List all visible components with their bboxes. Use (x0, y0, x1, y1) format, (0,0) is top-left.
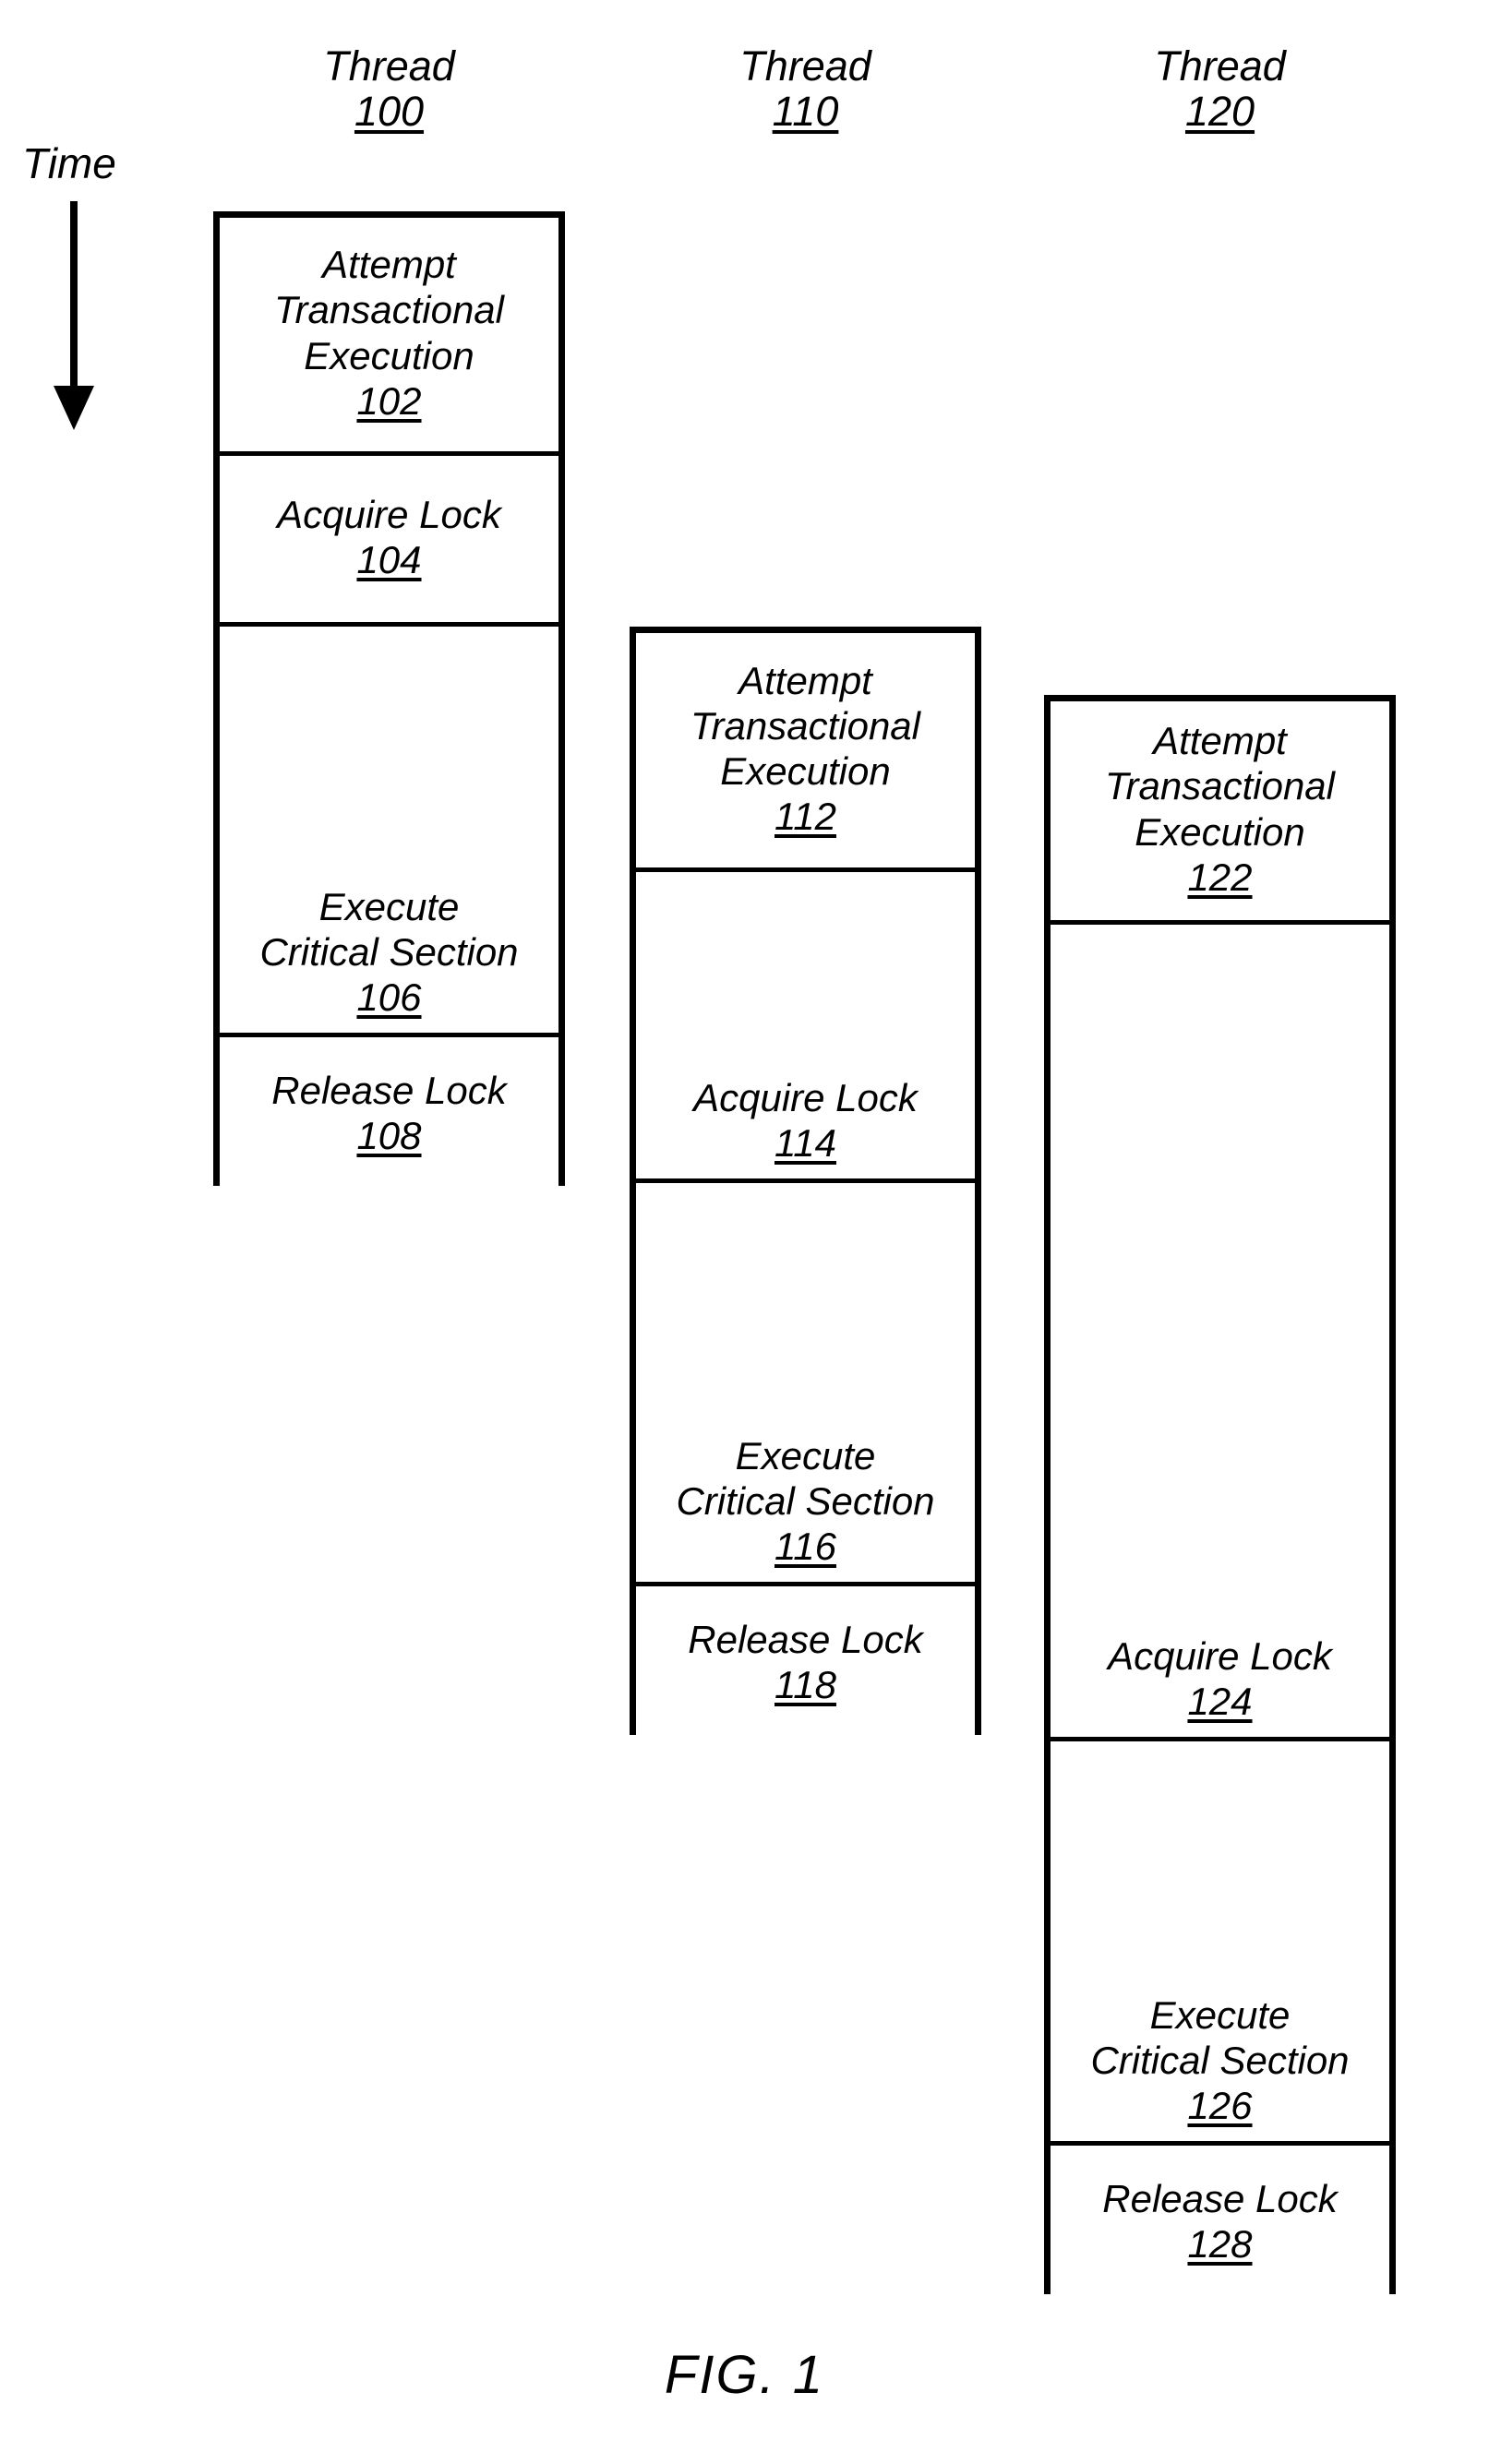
phase-reference-number: 102 (356, 378, 422, 423)
phase-label-114: Acquire Lock 114 (688, 1066, 923, 1178)
phase-text-line: Acquire Lock (1108, 1633, 1332, 1678)
phase-label-118: Release Lock 118 (682, 1608, 928, 1720)
phase-text-line: Release Lock (1102, 2176, 1338, 2220)
phase-text-line: Acquire Lock (277, 492, 501, 536)
phase-label-122: Attempt Transactional Execution 122 (1099, 709, 1340, 913)
phase-reference-number: 108 (356, 1114, 422, 1157)
phase-label-102: Attempt Transactional Execution 102 (269, 233, 510, 437)
phase-box-126: Execute Critical Section 126 (1051, 1741, 1389, 2146)
phase-text-line: Critical Section (1090, 2038, 1350, 2082)
phase-text-line: Critical Section (676, 1478, 935, 1523)
thread-heading-100: Thread 100 (213, 42, 565, 135)
phase-label-106: Execute Critical Section 106 (254, 875, 523, 1033)
phase-reference-number: 104 (356, 538, 422, 581)
thread-heading-word: Thread (1154, 42, 1286, 90)
phase-label-116: Execute Critical Section 116 (670, 1424, 940, 1582)
phase-reference-number: 126 (1187, 2083, 1253, 2127)
phase-reference-number: 124 (1187, 1679, 1253, 1723)
phase-label-104: Acquire Lock 104 (271, 483, 507, 595)
phase-text-line: Execution (1135, 809, 1305, 854)
phase-box-108: Release Lock 108 (220, 1037, 558, 1192)
phase-label-108: Release Lock 108 (266, 1059, 511, 1171)
thread-heading-number: 120 (1184, 87, 1255, 135)
phase-text-line: Transactional (690, 703, 920, 748)
phase-reference-number: 128 (1187, 2222, 1253, 2266)
thread-heading-number: 100 (354, 87, 425, 135)
phase-reference-number: 106 (356, 975, 422, 1019)
time-axis-label: Time (22, 139, 116, 187)
thread-heading-number: 110 (772, 87, 839, 135)
phase-box-118: Release Lock 118 (636, 1586, 975, 1741)
phase-box-124: Acquire Lock 124 (1051, 925, 1389, 1741)
thread-heading-word: Thread (323, 42, 455, 90)
phase-text-line: Execute (735, 1433, 876, 1477)
patent-figure: Time Thread 100 Thread 110 Thread 120 At… (0, 0, 1489, 2464)
phase-text-line: Execution (720, 749, 891, 793)
figure-caption: FIG. 1 (664, 2345, 825, 2405)
phase-box-112: Attempt Transactional Execution 112 (636, 633, 975, 872)
phase-box-114: Acquire Lock 114 (636, 872, 975, 1183)
thread-column-100: Attempt Transactional Execution 102 Acquire … (213, 211, 565, 1192)
thread-heading-word: Thread (739, 42, 871, 90)
phase-reference-number: 122 (1187, 855, 1253, 899)
phase-text-line: Execution (304, 333, 474, 377)
phase-label-124: Acquire Lock 124 (1102, 1624, 1338, 1737)
phase-text-line: Transactional (1104, 764, 1335, 808)
phase-box-102: Attempt Transactional Execution 102 (220, 218, 558, 456)
thread-column-110: Attempt Transactional Execution 112 Acquire … (630, 627, 981, 1741)
down-arrow-icon (54, 386, 94, 430)
phase-box-116: Execute Critical Section 116 (636, 1183, 975, 1586)
phase-text-line: Release Lock (271, 1068, 507, 1112)
phase-reference-number: 116 (775, 1524, 836, 1568)
phase-text-line: Transactional (273, 288, 504, 332)
phase-box-104: Acquire Lock 104 (220, 456, 558, 627)
phase-box-128: Release Lock 128 (1051, 2146, 1389, 2301)
phase-label-126: Execute Critical Section 126 (1085, 1983, 1354, 2141)
phase-label-128: Release Lock 128 (1097, 2167, 1342, 2279)
phase-text-line: Attempt (1153, 719, 1287, 763)
phase-box-122: Attempt Transactional Execution 122 (1051, 701, 1389, 925)
phase-text-line: Acquire Lock (693, 1075, 918, 1119)
phase-reference-number: 114 (775, 1120, 836, 1165)
phase-text-line: Execute (1149, 1992, 1291, 2037)
phase-reference-number: 118 (775, 1663, 836, 1706)
phase-text-line: Critical Section (259, 929, 519, 974)
phase-reference-number: 112 (775, 795, 836, 839)
thread-heading-120: Thread 120 (1044, 42, 1396, 135)
phase-label-112: Attempt Transactional Execution 112 (685, 649, 926, 853)
phase-box-106: Execute Critical Section 106 (220, 627, 558, 1037)
thread-column-120: Attempt Transactional Execution 122 Acquire … (1044, 695, 1396, 2301)
phase-text-line: Attempt (322, 243, 456, 287)
thread-heading-110: Thread 110 (630, 42, 981, 135)
phase-text-line: Attempt (738, 658, 872, 702)
phase-text-line: Release Lock (688, 1617, 923, 1661)
phase-text-line: Execute (318, 884, 460, 928)
time-axis-arrow-shaft (70, 201, 78, 395)
